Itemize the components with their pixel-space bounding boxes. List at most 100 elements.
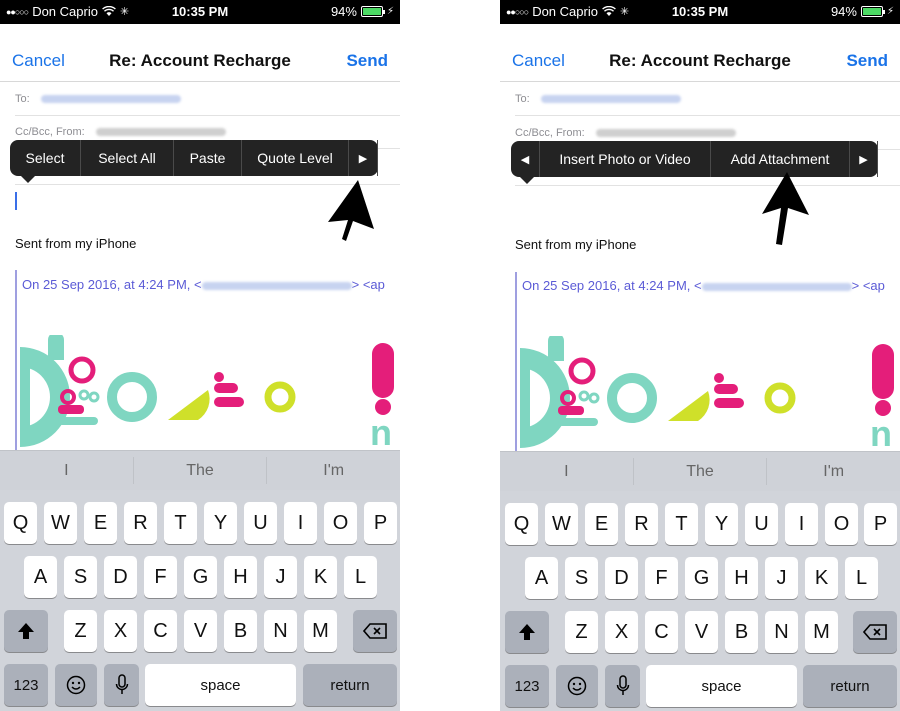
phone-screen-right: ●●○○○ Don Caprio ✳ 10:35 PM 94% ⚡ Cancel… <box>500 0 900 711</box>
key-r[interactable]: R <box>124 502 157 544</box>
key-x[interactable]: X <box>104 610 137 652</box>
key-i[interactable]: I <box>785 503 818 545</box>
key-w[interactable]: W <box>545 503 578 545</box>
key-l[interactable]: L <box>845 557 878 599</box>
select-all-menu-item[interactable]: Select All <box>81 140 174 176</box>
signature-text[interactable]: Sent from my iPhone <box>15 236 136 251</box>
suggestion-2[interactable]: The <box>134 457 268 484</box>
key-o[interactable]: O <box>324 502 357 544</box>
select-menu-item[interactable]: Select <box>10 140 81 176</box>
key-v[interactable]: V <box>685 611 718 653</box>
key-y[interactable]: Y <box>204 502 237 544</box>
shift-key[interactable] <box>4 610 48 652</box>
quote-header-text: On 25 Sep 2016, at 4:24 PM, < <box>22 277 202 292</box>
key-h[interactable]: H <box>725 557 758 599</box>
key-f[interactable]: F <box>144 556 177 598</box>
phone-screen-left: ●●○○○ Don Caprio ✳ 10:35 PM 94% ⚡ Cancel… <box>0 0 400 711</box>
key-j[interactable]: J <box>765 557 798 599</box>
key-x[interactable]: X <box>605 611 638 653</box>
key-s[interactable]: S <box>565 557 598 599</box>
key-w[interactable]: W <box>44 502 77 544</box>
charging-bolt-icon: ⚡ <box>386 6 394 17</box>
key-d[interactable]: D <box>104 556 137 598</box>
key-u[interactable]: U <box>745 503 778 545</box>
numbers-key[interactable]: 123 <box>4 664 48 706</box>
to-label: To: <box>15 93 30 105</box>
delete-key[interactable] <box>353 610 397 652</box>
space-key[interactable]: space <box>145 664 296 706</box>
microphone-key[interactable] <box>605 665 640 707</box>
key-j[interactable]: J <box>264 556 297 598</box>
key-s[interactable]: S <box>64 556 97 598</box>
key-n[interactable]: N <box>264 610 297 652</box>
insert-photo-video-menu-item[interactable]: Insert Photo or Video <box>540 141 711 177</box>
predictive-bar: I The I'm <box>0 450 400 490</box>
paste-menu-item[interactable]: Paste <box>174 140 242 176</box>
signature-text[interactable]: Sent from my iPhone <box>515 237 636 252</box>
microphone-key[interactable] <box>104 664 139 706</box>
shift-key[interactable] <box>505 611 549 653</box>
key-e[interactable]: E <box>585 503 618 545</box>
key-r[interactable]: R <box>625 503 658 545</box>
key-i[interactable]: I <box>284 502 317 544</box>
key-t[interactable]: T <box>665 503 698 545</box>
return-key[interactable]: return <box>803 665 897 707</box>
suggestion-1[interactable]: I <box>0 457 134 484</box>
key-p[interactable]: P <box>364 502 397 544</box>
key-h[interactable]: H <box>224 556 257 598</box>
quoted-message-header: On 25 Sep 2016, at 4:24 PM, < > <ap <box>22 277 385 292</box>
charging-bolt-icon: ⚡ <box>886 6 894 17</box>
menu-next-arrow-icon[interactable]: ▶ <box>850 141 878 177</box>
key-m[interactable]: M <box>304 610 337 652</box>
key-y[interactable]: Y <box>705 503 738 545</box>
key-t[interactable]: T <box>164 502 197 544</box>
key-v[interactable]: V <box>184 610 217 652</box>
key-g[interactable]: G <box>685 557 718 599</box>
emoji-key[interactable] <box>556 665 598 707</box>
numbers-key[interactable]: 123 <box>505 665 549 707</box>
key-e[interactable]: E <box>84 502 117 544</box>
key-k[interactable]: K <box>805 557 838 599</box>
delete-icon <box>863 624 887 640</box>
keyboard: I The I'm Q W E R T Y U I O P A S D F G … <box>500 451 900 711</box>
key-c[interactable]: C <box>645 611 678 653</box>
brand-logo-image: n <box>20 335 394 450</box>
key-f[interactable]: F <box>645 557 678 599</box>
emoji-key[interactable] <box>55 664 97 706</box>
send-button[interactable]: Send <box>846 51 888 71</box>
to-field[interactable]: To: <box>15 84 400 116</box>
key-p[interactable]: P <box>864 503 897 545</box>
key-o[interactable]: O <box>825 503 858 545</box>
suggestion-3[interactable]: I'm <box>267 457 400 484</box>
space-key[interactable]: space <box>646 665 797 707</box>
key-n[interactable]: N <box>765 611 798 653</box>
key-u[interactable]: U <box>244 502 277 544</box>
key-z[interactable]: Z <box>565 611 598 653</box>
email-subject-title: Re: Account Recharge <box>109 51 291 70</box>
to-field[interactable]: To: <box>515 84 900 116</box>
delete-key[interactable] <box>853 611 897 653</box>
key-a[interactable]: A <box>24 556 57 598</box>
key-q[interactable]: Q <box>505 503 538 545</box>
menu-next-arrow-icon[interactable]: ▶ <box>349 140 378 176</box>
from-address-redacted <box>95 128 226 137</box>
key-z[interactable]: Z <box>64 610 97 652</box>
key-d[interactable]: D <box>605 557 638 599</box>
key-a[interactable]: A <box>525 557 558 599</box>
key-q[interactable]: Q <box>4 502 37 544</box>
key-b[interactable]: B <box>224 610 257 652</box>
emoji-icon <box>66 675 86 695</box>
suggestion-3[interactable]: I'm <box>767 458 900 485</box>
key-k[interactable]: K <box>304 556 337 598</box>
quote-level-menu-item[interactable]: Quote Level <box>242 140 349 176</box>
key-m[interactable]: M <box>805 611 838 653</box>
key-b[interactable]: B <box>725 611 758 653</box>
key-c[interactable]: C <box>144 610 177 652</box>
return-key[interactable]: return <box>303 664 397 706</box>
menu-prev-arrow-icon[interactable]: ◀ <box>511 141 540 177</box>
suggestion-1[interactable]: I <box>500 458 634 485</box>
suggestion-2[interactable]: The <box>634 458 768 485</box>
send-button[interactable]: Send <box>346 51 388 71</box>
key-l[interactable]: L <box>344 556 377 598</box>
key-g[interactable]: G <box>184 556 217 598</box>
